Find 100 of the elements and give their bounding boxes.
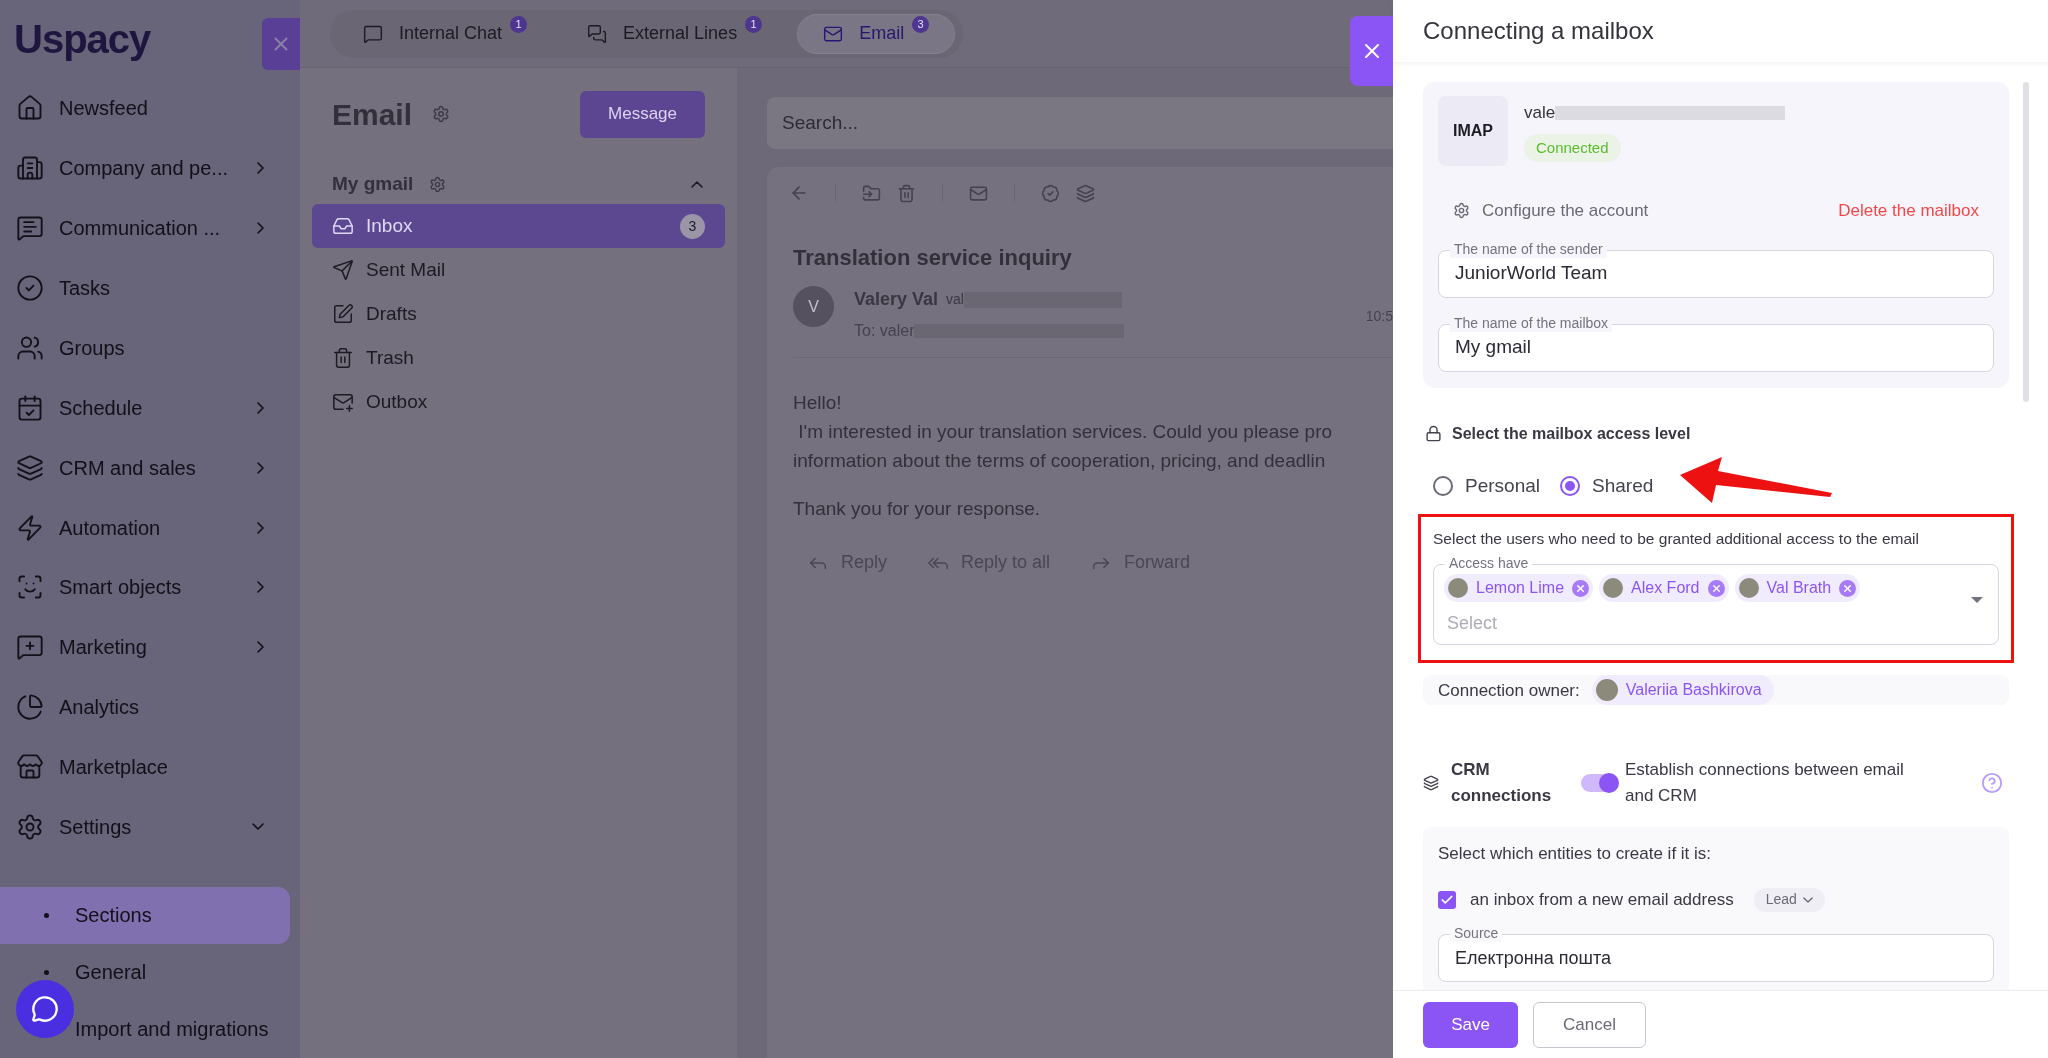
- settings-icon[interactable]: [432, 105, 451, 123]
- message-button[interactable]: Message: [580, 90, 705, 138]
- count-badge: 1: [510, 16, 528, 33]
- lock-icon: [1425, 425, 1442, 442]
- sidebar-item[interactable]: Company and pe...: [0, 138, 300, 199]
- close-button[interactable]: [1350, 16, 1393, 86]
- search-field[interactable]: Search...: [767, 97, 1393, 149]
- avatar: V: [793, 286, 834, 327]
- email-body-line: information about the terms of cooperation, pricing, and deadlin: [793, 449, 1327, 473]
- tab[interactable]: Email 3: [797, 13, 956, 54]
- user-chip[interactable]: Val Brath: [1734, 574, 1861, 603]
- remove-icon[interactable]: [1707, 579, 1725, 597]
- avatar: [1595, 679, 1618, 702]
- user-chip[interactable]: Alex Ford: [1599, 574, 1729, 603]
- page-title: Email: [332, 96, 413, 133]
- sidebar-item[interactable]: Settings: [0, 797, 300, 857]
- field-value: Електронна пошта: [1455, 946, 1611, 970]
- user-chip[interactable]: Lemon Lime: [1444, 574, 1594, 603]
- email-body-line: Thank you for your response.: [793, 497, 1042, 521]
- checkbox[interactable]: [1438, 890, 1456, 909]
- tab[interactable]: External Lines 1: [562, 13, 788, 54]
- chat-edit-icon: [16, 633, 44, 662]
- sidebar-item[interactable]: Newsfeed: [0, 78, 300, 139]
- chevron-up-icon: [691, 180, 703, 188]
- folder-item[interactable]: Inbox 3: [312, 204, 725, 248]
- chats-icon: [587, 23, 608, 44]
- stack-icon[interactable]: [1076, 183, 1095, 203]
- check-badge-icon[interactable]: [1041, 183, 1060, 203]
- sidebar-item[interactable]: Tasks: [0, 258, 300, 319]
- mail-icon[interactable]: [969, 183, 988, 203]
- folder-item[interactable]: Outbox: [312, 380, 725, 424]
- sender-email: val: [946, 290, 964, 309]
- folder-item[interactable]: Sent Mail: [312, 248, 725, 292]
- sidebar-item[interactable]: Smart objects: [0, 557, 300, 618]
- folder-item[interactable]: Trash: [312, 336, 725, 380]
- email-body-line: I'm interested in your translation services. Could you please pro: [797, 420, 1334, 444]
- sidebar-item[interactable]: Analytics: [0, 677, 300, 738]
- folder-item[interactable]: Drafts: [312, 292, 725, 336]
- email-subject: Translation service inquiry: [793, 244, 1073, 272]
- hint-text: Select the users who need to be granted additional access to the email: [1433, 529, 1920, 549]
- submenu-item[interactable]: General: [0, 943, 290, 1001]
- save-button[interactable]: Save: [1423, 1001, 1518, 1048]
- stack-icon: [16, 453, 44, 482]
- count-badge: 3: [680, 213, 705, 239]
- avatar: [1448, 578, 1468, 599]
- settings-icon: [1453, 202, 1470, 220]
- sidebar-item[interactable]: Schedule: [0, 377, 300, 438]
- count-badge: 3: [912, 16, 930, 33]
- radio-option[interactable]: Personal: [1433, 471, 1540, 500]
- sender-name: Valery Val: [854, 288, 939, 311]
- email-body-line: Hello!: [793, 391, 843, 415]
- sidebar-item[interactable]: CRM and sales: [0, 437, 300, 498]
- help-icon[interactable]: [1981, 772, 2003, 795]
- field-value: JuniorWorld Team: [1455, 261, 1608, 286]
- chart-icon: [16, 693, 44, 722]
- avatar: [1603, 578, 1624, 599]
- avatar: [1738, 578, 1759, 599]
- crm-description: Establish connections between email and CRM: [1625, 759, 1905, 808]
- remove-icon[interactable]: [1572, 579, 1590, 597]
- sidebar-item[interactable]: Marketing: [0, 617, 300, 678]
- radio-option[interactable]: Shared: [1560, 471, 1654, 500]
- trash-icon[interactable]: [897, 183, 916, 203]
- remove-icon[interactable]: [1839, 579, 1857, 597]
- close-button[interactable]: [262, 18, 300, 70]
- lightning-icon: [16, 513, 44, 542]
- submenu-item[interactable]: Sections: [0, 886, 290, 944]
- section-title: CRM connections: [1451, 759, 1553, 808]
- sidebar-item[interactable]: Communication ...: [0, 198, 300, 259]
- chat-icon: [31, 995, 59, 1023]
- chat-icon: [363, 23, 383, 44]
- dropdown-caret-icon: [1971, 597, 1983, 604]
- account-email: vale: [1524, 102, 1556, 124]
- configure-link[interactable]: Configure the account: [1453, 198, 1649, 224]
- sidebar-item[interactable]: Marketplace: [0, 737, 300, 798]
- stack-icon: [1423, 775, 1439, 792]
- panel-title: Connecting a mailbox: [1423, 16, 1654, 46]
- send-icon: [332, 259, 354, 281]
- scrollbar[interactable]: [2023, 82, 2029, 402]
- inbox-icon: [332, 215, 354, 237]
- sidebar-item[interactable]: Automation: [0, 497, 300, 558]
- delete-link[interactable]: Delete the mailbox: [1838, 198, 1979, 224]
- settings-icon[interactable]: [429, 175, 447, 193]
- owner-label: Connection owner:: [1438, 679, 1580, 702]
- toggle-switch[interactable]: [1581, 774, 1617, 793]
- user-chip[interactable]: Valeriia Bashkirova: [1591, 675, 1774, 706]
- entities-title: Select which entities to create if it is:: [1438, 843, 1713, 866]
- check-circle-icon: [16, 274, 44, 303]
- sidebar-item[interactable]: Groups: [0, 318, 300, 378]
- folder-icon[interactable]: [862, 183, 881, 203]
- trash-icon: [332, 347, 354, 369]
- mail-out-icon: [332, 391, 354, 413]
- tab[interactable]: Internal Chat 1: [338, 13, 553, 54]
- logo: Uspacy: [14, 16, 151, 64]
- cancel-button[interactable]: Cancel: [1533, 1001, 1646, 1048]
- count-badge: 1: [745, 16, 763, 33]
- entity-dropdown[interactable]: Lead: [1753, 887, 1825, 912]
- checkbox-label: an inbox from a new email address: [1470, 888, 1734, 911]
- field-value: My gmail: [1455, 335, 1531, 360]
- bullet-icon: [44, 912, 49, 918]
- status-badge: Connected: [1524, 133, 1621, 162]
